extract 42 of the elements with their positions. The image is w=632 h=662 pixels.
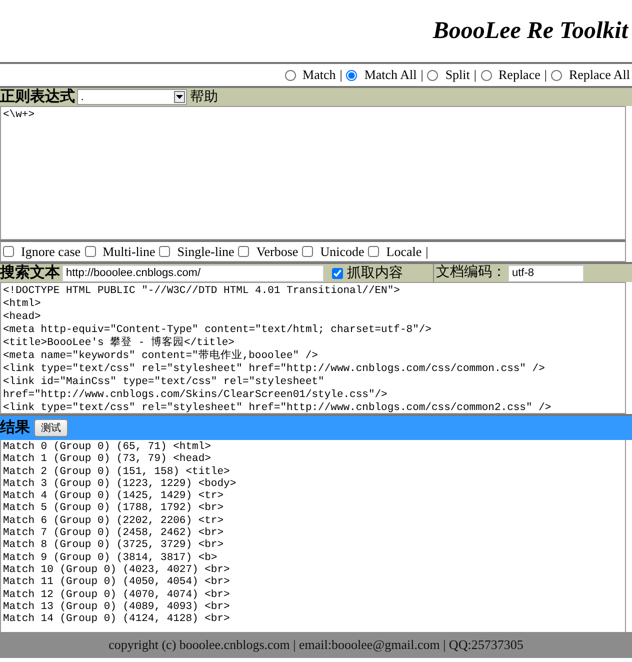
mode-label: Replace — [498, 66, 540, 84]
flag-checkbox[interactable] — [159, 246, 170, 257]
fetch-checkbox[interactable] — [332, 268, 343, 278]
fetch-label: 抓取内容 — [347, 264, 404, 282]
separator: | — [420, 66, 424, 84]
mode-label: Match All — [364, 66, 417, 84]
help-link[interactable]: 帮助 — [190, 86, 218, 108]
mode-radio[interactable] — [480, 70, 492, 80]
flag-label: Verbose — [256, 242, 298, 261]
encoding-field[interactable]: utf-8 — [508, 264, 584, 282]
mode-label: Replace All — [568, 66, 630, 84]
separator: | — [544, 66, 547, 84]
mode-label: Split — [445, 66, 470, 84]
result-text-area[interactable]: Match 0 (Group 0) (65, 71) <html> Match 1 (Group 0) (73, 79) <head> Match 2 (Group 0) (151, 158) <title> Match 3 (Group 0) (1223, 1229) <body> Match 4 (Group 0) (1425, 1429) <tr> Match 5 (Group 0) (1788, 1792) <br> Match 6 (Group 0) (2202, 2206) <tr> Match 7 (Group 0) (2458, 2462) <br> Match 8 (Group 0) (3725, 3729) <br> Match 9 (Group 0) (3814, 3817) <b> Match 10 (Group 0) (4023, 4027) <br> Match 11 (Group 0) (4050, 4054) <br> Match 12 (Group 0) (4070, 4074) <br> Match 13 (Group 0) (4089, 4093) <br> Match 14 (Group 0) (4124, 4128) <br> — [0, 440, 626, 632]
mode-label: Match — [302, 66, 336, 84]
mode-radio[interactable] — [346, 70, 358, 80]
mode-radio[interactable] — [550, 70, 562, 80]
separator: | — [340, 66, 342, 84]
flag-checkbox[interactable] — [368, 246, 380, 257]
flag-label: Ignore case — [21, 242, 81, 261]
flag-checkbox[interactable] — [238, 246, 250, 257]
flag-checkbox[interactable] — [302, 246, 314, 257]
mode-radio[interactable] — [427, 70, 438, 80]
separator: | — [474, 66, 476, 84]
result-label: 结果 — [0, 418, 30, 438]
flag-label: Multi-line — [102, 242, 156, 261]
source-text-area[interactable]: <!DOCTYPE HTML PUBLIC "-//W3C//DTD HTML 4.01 Transitional//EN"> <html> <head> <meta http-equiv="Content-Type" content="text/html; charset=utf-8"/> <title>BoooLee's 攀登 - 博客园</title> <meta name="keywords" content="带电作业,booolee" /> <link type="text/css" rel="stylesheet" href="http://www.cnblogs.com/css/common.css" /> <link id="MainCss" type="text/css" rel="stylesheet" href="http://www.cnblogs.com/Skins/ClearScreen01/style.css"/> <link type="text/css" rel="stylesheet" href="http://www.cnblogs.com/css/common2.css" /> — [0, 282, 626, 414]
test-button[interactable]: 测试 — [34, 419, 68, 437]
flag-checkbox[interactable] — [3, 246, 14, 257]
regex-dropdown[interactable]: . — [77, 89, 187, 105]
caret-icon — [174, 91, 185, 103]
mode-radio[interactable] — [284, 70, 296, 80]
regex-text-area[interactable]: <\w+> — [0, 106, 626, 240]
separator: | — [426, 242, 428, 261]
flag-checkbox[interactable] — [84, 246, 96, 257]
flag-label: Single-line — [177, 242, 234, 261]
regex-label: 正则表达式 — [0, 87, 75, 107]
flag-label: Unicode — [320, 242, 364, 261]
flag-label: Locale — [386, 242, 422, 261]
footer-text: copyright (c) booolee.cnblogs.com | email:booolee@gmail.com | QQ:25737305 — [0, 632, 632, 658]
app-title: BoooLee Re Toolkit — [432, 17, 628, 46]
url-field[interactable]: http://booolee.cnblogs.com/ — [62, 264, 324, 282]
